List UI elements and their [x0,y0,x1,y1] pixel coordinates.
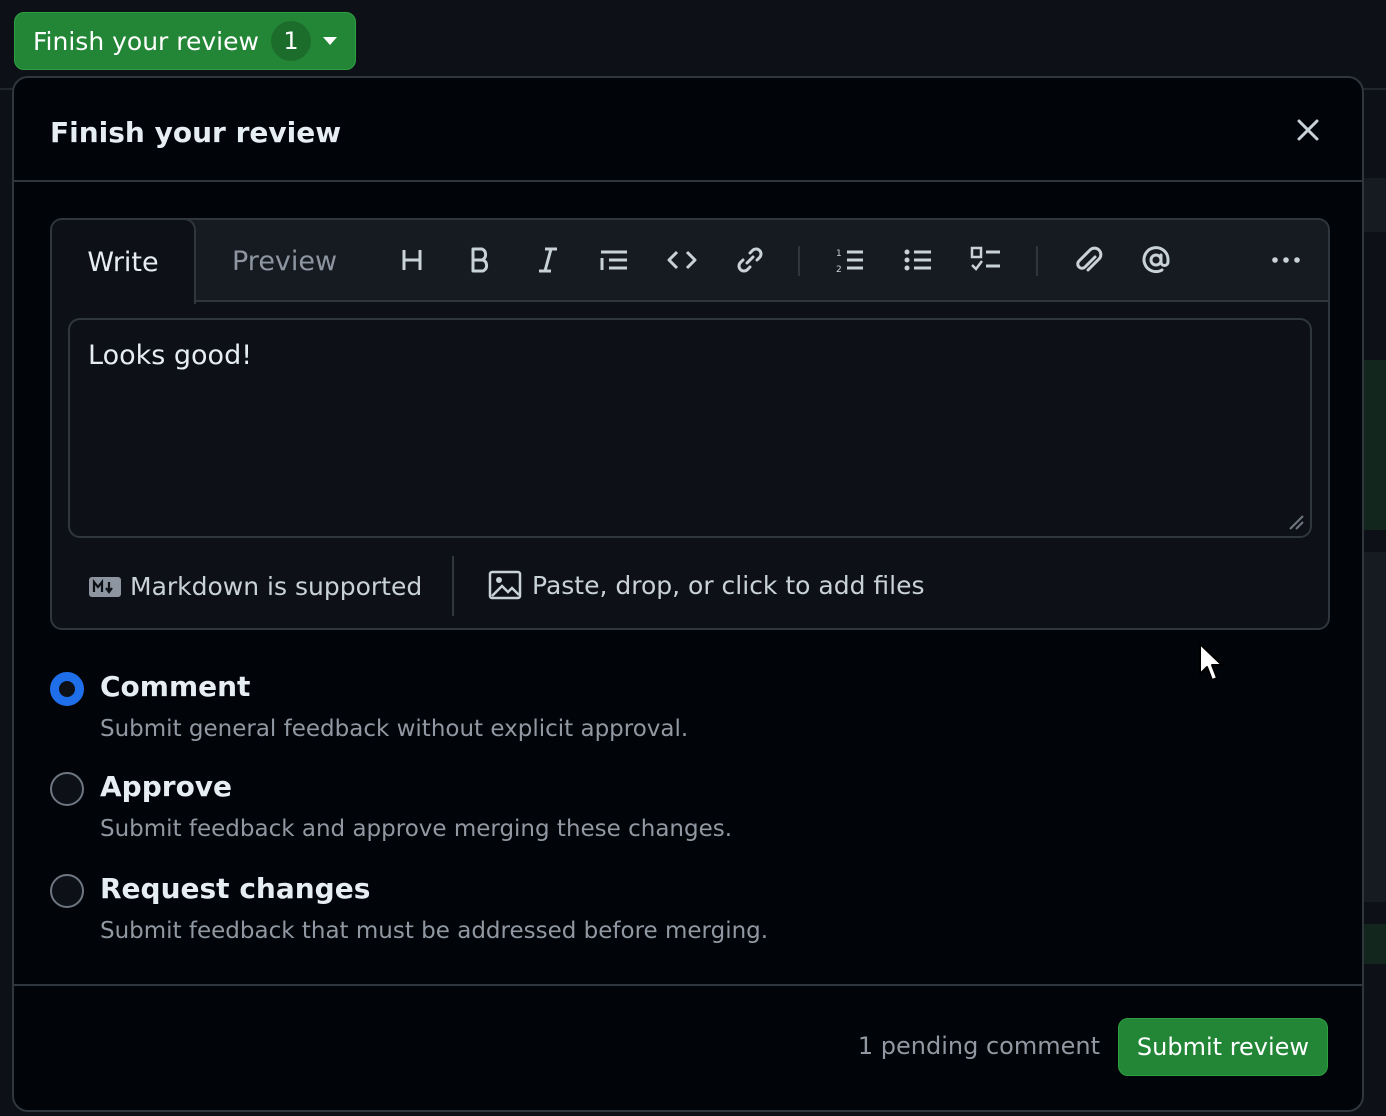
markdown-supported-link[interactable]: Markdown is supported [88,572,422,601]
svg-text:2: 2 [836,265,842,275]
image-icon [488,570,522,600]
dialog-header: Finish your review [14,78,1362,182]
task-list-icon[interactable] [966,240,1006,280]
tab-write[interactable]: Write [52,220,196,304]
radio-comment[interactable] [50,672,84,706]
finish-review-dialog: Finish your review Write Preview 1 2 Loo… [12,76,1364,1112]
caret-down-icon [323,37,337,45]
paperclip-icon[interactable] [1068,240,1108,280]
option-description: Submit general feedback without explicit… [100,716,689,742]
option-request-changes[interactable]: Request changes Submit feedback that mus… [50,872,950,952]
markdown-icon [89,576,121,597]
pending-count-badge: 1 [270,21,311,61]
markdown-note: Markdown is supported [130,572,423,601]
comment-editor: Write Preview 1 2 Looks good! Markdown i… [50,218,1330,630]
editor-toolbar: Write Preview 1 2 [52,220,1328,304]
mention-icon[interactable] [1136,240,1176,280]
svg-text:1: 1 [836,249,842,259]
radio-approve[interactable] [50,772,84,806]
comment-textarea[interactable]: Looks good! [68,318,1312,538]
option-approve[interactable]: Approve Submit feedback and approve merg… [50,770,950,850]
option-description: Submit feedback and approve merging thes… [100,816,733,842]
option-comment[interactable]: Comment Submit general feedback without … [50,670,950,750]
close-icon[interactable] [1294,116,1322,144]
finish-review-button[interactable]: Finish your review 1 [14,12,356,70]
page: Finish your review 1 Finish your review … [0,0,1386,1116]
heading-icon[interactable] [392,240,432,280]
more-icon[interactable] [1266,240,1306,280]
ordered-list-icon[interactable]: 12 [830,240,870,280]
option-title: Request changes [100,872,371,905]
submit-review-button[interactable]: Submit review [1118,1018,1328,1076]
comment-text: Looks good! [88,340,253,371]
quote-icon[interactable] [594,240,634,280]
toolbar-divider [798,246,800,276]
pending-comment-count: 1 pending comment [857,1032,1100,1060]
dialog-footer: 1 pending comment Submit review [14,984,1362,1110]
option-description: Submit feedback that must be addressed b… [100,918,769,944]
footer-divider [452,556,454,616]
bold-icon[interactable] [460,240,500,280]
code-icon[interactable] [662,240,702,280]
radio-request-changes[interactable] [50,874,84,908]
tab-preview[interactable]: Preview [232,220,337,302]
mouse-pointer-icon [1199,643,1223,681]
dialog-title: Finish your review [50,116,342,149]
editor-footer: Markdown is supported Paste, drop, or cl… [52,550,1328,628]
link-icon[interactable] [730,240,770,280]
option-title: Approve [100,770,233,803]
unordered-list-icon[interactable] [898,240,938,280]
toolbar-divider [1036,246,1038,276]
italic-icon[interactable] [528,240,568,280]
add-files-button[interactable]: Paste, drop, or click to add files [488,570,925,600]
resize-handle-icon[interactable] [1286,512,1304,530]
option-title: Comment [100,670,251,703]
attach-note: Paste, drop, or click to add files [532,570,925,600]
finish-review-label: Finish your review [33,26,259,56]
